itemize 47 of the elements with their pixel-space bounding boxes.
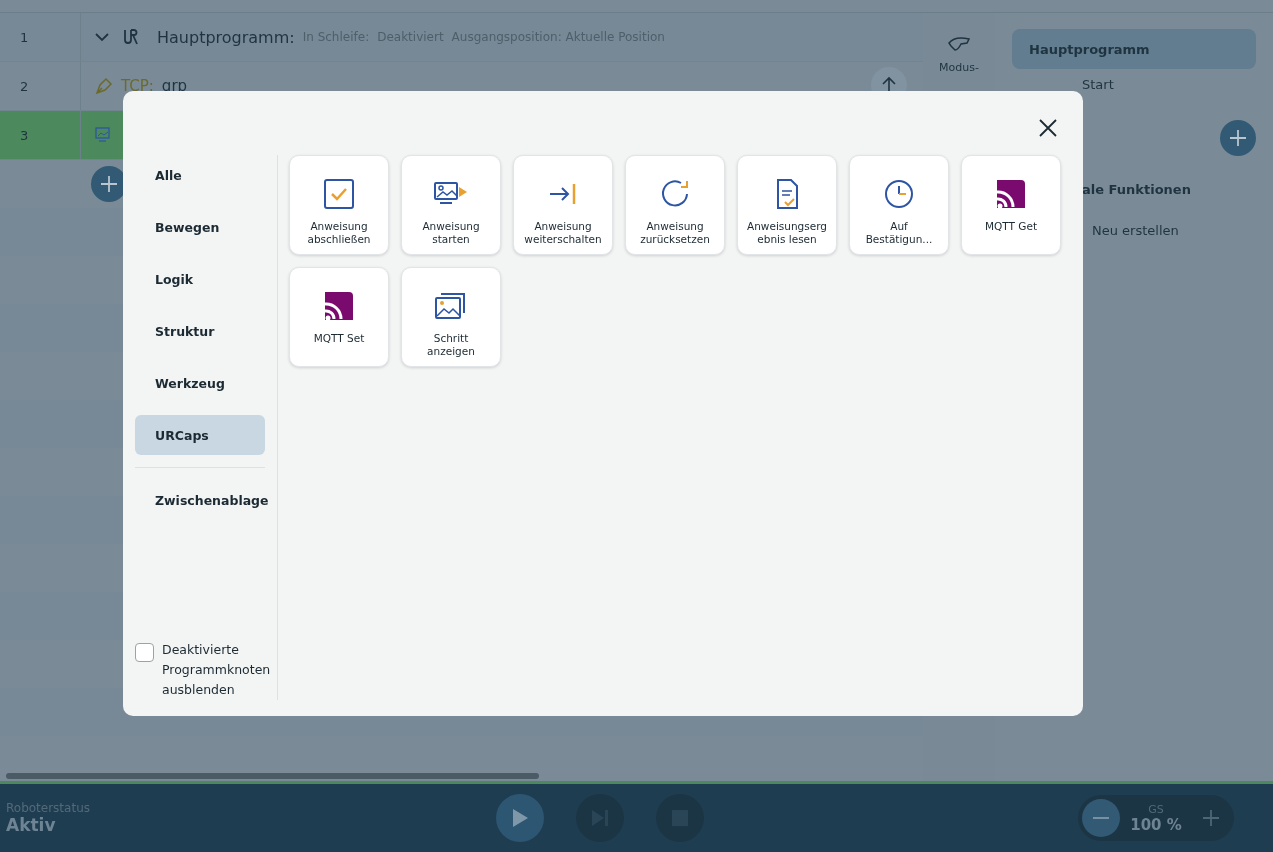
- node-card[interactable]: MQTT Get: [961, 155, 1061, 255]
- arrow-up-icon: [880, 76, 898, 94]
- checkbox-label: Deaktivierte Programmknoten ausblenden: [162, 641, 271, 699]
- node-card[interactable]: Anweisung weiterschalten: [513, 155, 613, 255]
- pen-icon: [95, 77, 113, 95]
- panel-item[interactable]: Start: [1082, 77, 1256, 92]
- feed-icon: [995, 178, 1027, 210]
- line-number: 1: [19, 29, 30, 45]
- node-card[interactable]: Anweisungsergebnis lesen: [737, 155, 837, 255]
- speed-value: 100 %: [1130, 815, 1182, 834]
- feed-icon: [323, 290, 355, 322]
- category-tab[interactable]: URCaps: [135, 415, 265, 455]
- plus-icon: [100, 175, 118, 193]
- play-icon: [511, 808, 529, 828]
- hand-icon[interactable]: [947, 35, 971, 53]
- checkbox-icon: [323, 178, 355, 210]
- mode-label[interactable]: Modus-: [939, 61, 979, 74]
- chevron-down-icon[interactable]: [95, 32, 109, 42]
- node-card[interactable]: Anweisung zurücksetzen: [625, 155, 725, 255]
- add-button[interactable]: [1220, 120, 1256, 156]
- category-tab[interactable]: Logik: [135, 259, 265, 299]
- images-icon: [434, 290, 468, 322]
- node-title: Hauptprogramm:: [157, 27, 295, 47]
- node-card[interactable]: Auf Bestätigun...: [849, 155, 949, 255]
- clock-icon: [883, 178, 915, 210]
- section-title: ale Funktionen: [1082, 182, 1192, 197]
- category-tab[interactable]: Struktur: [135, 311, 265, 351]
- logo-icon: [123, 29, 139, 45]
- plus-icon: [1202, 809, 1220, 827]
- decrease-button[interactable]: [1082, 799, 1120, 837]
- category-tab[interactable]: Werkzeug: [135, 363, 265, 403]
- line-number: 3: [19, 127, 30, 143]
- minus-icon: [1092, 816, 1110, 820]
- node-card[interactable]: Anweisung starten: [401, 155, 501, 255]
- category-tab[interactable]: Alle: [135, 155, 265, 195]
- status-value: Aktiv: [6, 815, 57, 835]
- create-link[interactable]: Neu erstellen: [1092, 223, 1256, 238]
- node-title: TCP:: [121, 77, 154, 95]
- node-card[interactable]: MQTT Set: [289, 267, 389, 367]
- plus-icon: [1229, 129, 1247, 147]
- scrollbar-thumb[interactable]: [6, 773, 539, 779]
- line-number: 2: [19, 78, 30, 94]
- checkbox[interactable]: [135, 643, 154, 662]
- node-card[interactable]: Schritt anzeigen: [401, 267, 501, 367]
- node-card[interactable]: Anweisung abschließen: [289, 155, 389, 255]
- category-tab[interactable]: Bewegen: [135, 207, 265, 247]
- play-button[interactable]: [496, 794, 544, 842]
